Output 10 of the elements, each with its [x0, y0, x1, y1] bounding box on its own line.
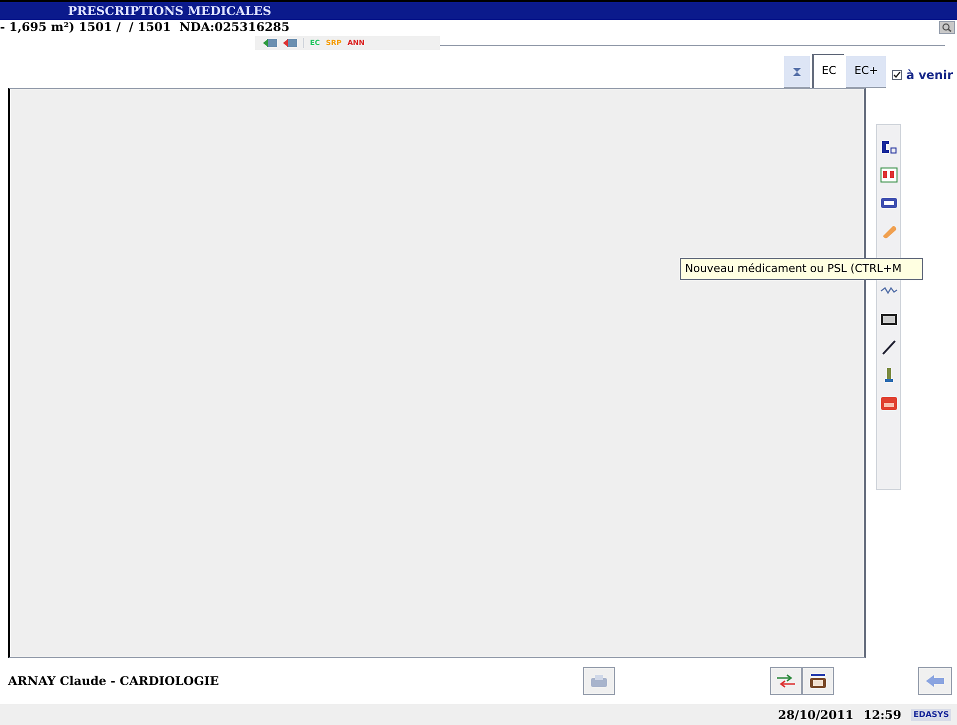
patient-info: - 1,695 m²) 1501 / / 1501 NDA:025316285: [0, 21, 290, 33]
status-time: 12:59: [864, 706, 902, 724]
tab[interactable]: EC: [812, 54, 844, 88]
status-date: 28/10/2011: [778, 706, 854, 724]
tab[interactable]: EC+: [846, 56, 886, 88]
window-title: PRESCRIPTIONS MEDICALES: [68, 5, 272, 17]
logo: EDASYS: [911, 708, 951, 720]
tooltip: Nouveau médicament ou PSL (CTRL+M: [680, 258, 923, 280]
doctor-name: ARNAY Claude - CARDIOLOGIE: [8, 673, 220, 690]
checkbox-label: à venir: [906, 67, 953, 84]
